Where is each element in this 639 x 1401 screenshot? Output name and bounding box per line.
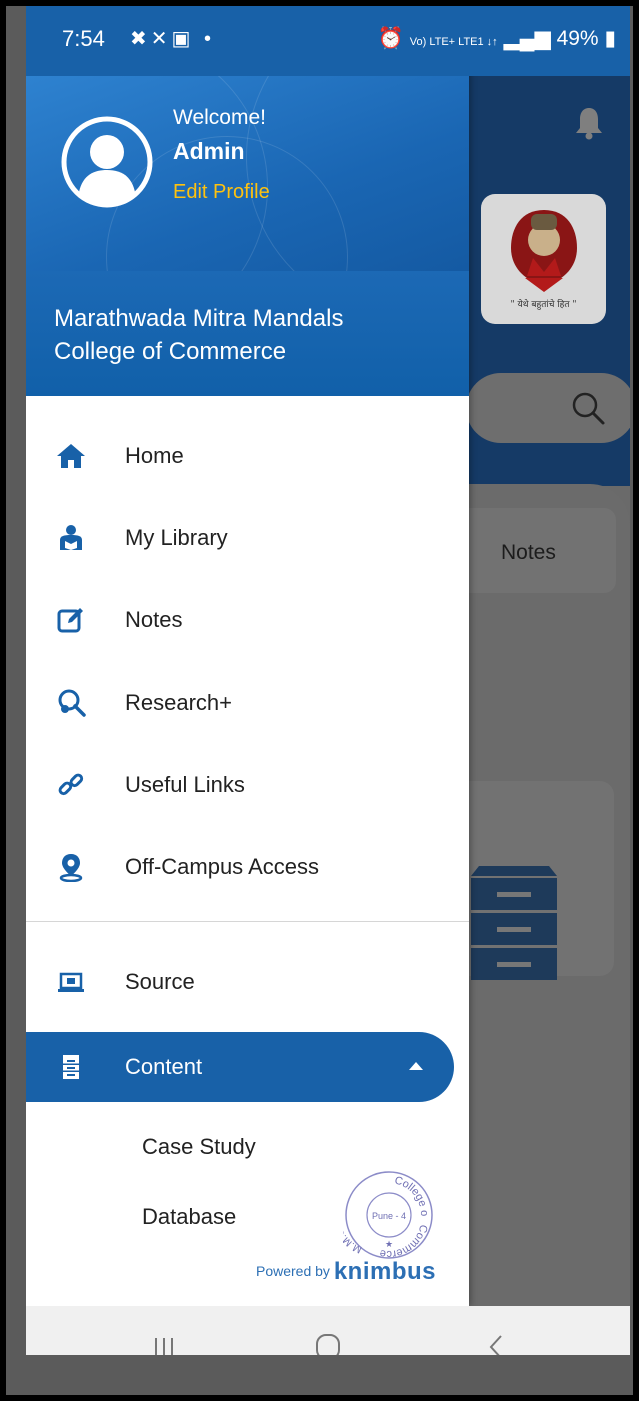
- knimbus-logo: knimbus: [333, 1258, 437, 1285]
- library-icon: [60, 525, 82, 550]
- menu-label-notes: Notes: [125, 607, 183, 632]
- link-icon: [58, 773, 84, 796]
- battery-icon: ▮: [604, 27, 616, 50]
- signal-icon: ▂▄▆: [503, 27, 551, 50]
- menu-item-my-library[interactable]: My Library: [26, 508, 469, 568]
- background-search-bar: [466, 373, 630, 443]
- menu-label-my-library: My Library: [125, 525, 228, 550]
- battery-percent: 49%: [556, 27, 599, 50]
- college-name-line2: College of Commerce: [54, 338, 287, 365]
- submenu-item-case-study[interactable]: Case Study: [142, 1134, 256, 1160]
- search-icon: [572, 392, 605, 425]
- avatar-icon[interactable]: [61, 116, 153, 208]
- status-bar: 7:54 ✖✕▣ • ⏰ Vo) LTE+ LTE1 ↓↑ ▂▄▆ 49% ▮: [26, 6, 630, 76]
- bell-icon: [576, 108, 602, 140]
- chevron-up-icon[interactable]: [409, 1062, 423, 1070]
- laptop-icon: [58, 972, 84, 992]
- menu-label-content: Content: [125, 1054, 203, 1079]
- location-pin-icon: [59, 854, 83, 882]
- menu-label-off-campus-access: Off-Campus Access: [125, 854, 319, 879]
- powered-by: Powered by knimbus: [256, 1258, 436, 1286]
- phone-screen: " येथे बहुतांचे हित " Notes 7:54 ✖✕▣ • ⏰…: [26, 6, 630, 1355]
- menu-item-home[interactable]: Home: [26, 426, 469, 486]
- stamp-text-center: Pune - 4: [372, 1211, 406, 1221]
- menu-label-research: Research+: [125, 690, 233, 715]
- background-notes-label: Notes: [501, 541, 556, 564]
- menu-item-useful-links[interactable]: Useful Links: [26, 755, 469, 815]
- menu-item-source[interactable]: Source: [26, 952, 469, 1012]
- menu-label-home: Home: [125, 443, 184, 468]
- research-icon: [58, 689, 86, 717]
- home-icon: [57, 444, 85, 468]
- college-logo-card: " येथे बहुतांचे हित ": [481, 194, 606, 324]
- cabinet-icon: [63, 1055, 79, 1079]
- recent-apps-icon[interactable]: [142, 1326, 186, 1355]
- back-icon[interactable]: [474, 1326, 518, 1355]
- user-name: Admin: [173, 138, 245, 164]
- status-time: 7:54: [62, 26, 105, 51]
- menu-item-research[interactable]: Research+: [26, 673, 469, 733]
- home-button-icon[interactable]: [306, 1326, 350, 1355]
- cabinet-icon: [471, 866, 557, 980]
- notification-icons: ✖✕▣ •: [130, 28, 215, 50]
- drawer-header: Welcome! Admin Edit Profile Marathwada M…: [26, 76, 469, 396]
- network-indicator: Vo) LTE+ LTE1 ↓↑: [409, 36, 498, 48]
- menu-item-off-campus-access[interactable]: Off-Campus Access: [26, 837, 469, 897]
- navigation-drawer: Welcome! Admin Edit Profile Marathwada M…: [26, 6, 469, 1306]
- system-navigation-bar: [26, 1306, 630, 1355]
- status-right: ⏰ Vo) LTE+ LTE1 ↓↑ ▂▄▆ 49% ▮: [378, 26, 616, 51]
- edit-profile-link[interactable]: Edit Profile: [173, 181, 270, 204]
- stamp-star: ★: [385, 1239, 393, 1249]
- menu-divider: [26, 921, 469, 922]
- college-name: Marathwada Mitra Mandals College of Comm…: [54, 302, 454, 368]
- background-notes-card: Notes: [451, 508, 616, 593]
- menu-item-content[interactable]: Content: [26, 1032, 454, 1102]
- menu-label-source: Source: [125, 969, 195, 994]
- screenshot-frame: " येथे बहुतांचे हित " Notes 7:54 ✖✕▣ • ⏰…: [0, 0, 639, 1401]
- college-name-line1: Marathwada Mitra Mandals: [54, 305, 344, 332]
- edit-note-icon: [57, 608, 83, 633]
- college-logo-icon: [511, 210, 577, 292]
- menu-label-useful-links: Useful Links: [125, 772, 245, 797]
- powered-by-text: Powered by: [256, 1263, 330, 1279]
- menu-item-notes[interactable]: Notes: [26, 590, 469, 650]
- submenu-item-database[interactable]: Database: [142, 1204, 236, 1230]
- welcome-text: Welcome!: [173, 106, 266, 129]
- alarm-icon: ⏰: [377, 27, 404, 50]
- college-stamp-icon: College of Commerce M.M.C.C. Pune - 4 ★: [343, 1169, 433, 1260]
- college-logo-motto: " येथे बहुतांचे हित ": [510, 300, 577, 310]
